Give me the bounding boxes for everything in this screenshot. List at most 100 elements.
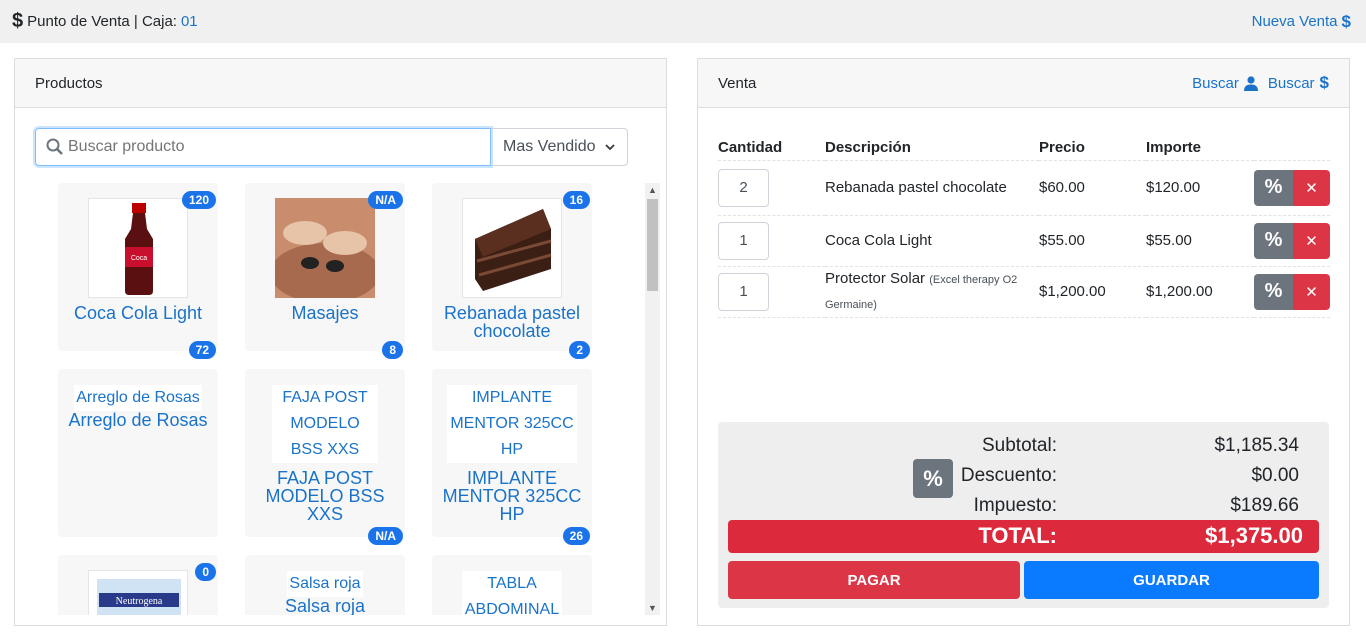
new-sale-label: Nueva Venta (1251, 13, 1338, 30)
search-sale-label: Buscar (1267, 74, 1315, 92)
col-quantity: Cantidad (718, 138, 783, 156)
new-sale-button[interactable]: Nueva Venta $ (1252, 12, 1351, 32)
item-price: $60.00 (1039, 159, 1146, 215)
stock-badge: 120 (181, 191, 216, 209)
close-icon: ✕ (1305, 232, 1318, 250)
stock-badge: 16 (562, 191, 590, 209)
quantity-input[interactable]: 2 (718, 168, 769, 207)
quantity-input[interactable]: 1 (718, 272, 769, 311)
sold-badge: 26 (562, 527, 590, 545)
item-discount-button[interactable]: % (1254, 273, 1293, 310)
subtotal-label: Subtotal: (982, 435, 1057, 456)
sale-header: Venta Buscar Buscar $ (698, 59, 1349, 108)
image-alt-text: TABLA ABDOMINAL (462, 571, 562, 615)
product-name: IMPLANTE MENTOR 325CC HP (442, 468, 582, 524)
sold-badge: 2 (569, 341, 590, 359)
dollar-icon: $ (12, 10, 24, 32)
product-image (275, 198, 375, 298)
massage-image (275, 198, 375, 298)
pay-button[interactable]: PAGAR (728, 561, 1020, 599)
image-alt-text: IMPLANTE MENTOR 325CC HP (447, 385, 577, 463)
search-sale-button[interactable]: Buscar $ (1268, 73, 1329, 93)
save-button[interactable]: GUARDAR (1024, 561, 1319, 599)
col-description: Descripción (825, 138, 911, 156)
item-price: $1,200.00 (1039, 265, 1146, 317)
close-icon: ✕ (1305, 283, 1318, 301)
title-text: Punto de Venta | Caja: (27, 13, 177, 30)
total-value: $1,375.00 (1205, 523, 1303, 548)
product-tile[interactable]: TABLA ABDOMINAL (432, 555, 592, 615)
item-amount: $55.00 (1146, 214, 1254, 266)
product-image (462, 198, 562, 298)
product-tile[interactable]: IMPLANTE MENTOR 325CC HP IMPLANTE MENTOR… (432, 369, 592, 545)
product-grid: 120 Coca Coca Cola Light 72 N/A Masajes … (58, 183, 630, 615)
sale-title: Venta (718, 74, 757, 92)
sold-badge: N/A (368, 527, 403, 545)
col-price: Precio (1039, 138, 1085, 156)
col-actions (1254, 135, 1330, 160)
product-tile[interactable]: FAJA POST MODELO BSS XXS FAJA POST MODEL… (245, 369, 405, 545)
sale-table: Cantidad Descripción Precio Importe 2 Re… (718, 135, 1330, 318)
stock-badge: 0 (195, 563, 216, 581)
product-name: Salsa roja (284, 596, 366, 615)
table-row: 1 Protector Solar (Excel therapy O2 Germ… (718, 265, 1330, 317)
sort-selected: Mas Vendido (503, 138, 596, 155)
sale-panel: Venta Buscar Buscar $ Cantidad Descripci… (697, 58, 1350, 626)
item-description: Protector Solar (825, 269, 926, 287)
app-title: $ Punto de Venta | Caja: 01 (12, 10, 198, 33)
product-tile[interactable]: 16 Rebanada pastel chocolate 2 (432, 183, 592, 359)
chevron-down-icon (605, 144, 615, 151)
user-icon (1243, 75, 1258, 91)
item-amount: $1,200.00 (1146, 265, 1254, 317)
item-remove-button[interactable]: ✕ (1293, 222, 1330, 259)
item-price: $55.00 (1039, 214, 1146, 266)
total-bar: TOTAL: $1,375.00 (728, 520, 1319, 553)
item-discount-button[interactable]: % (1254, 222, 1293, 259)
item-remove-button[interactable]: ✕ (1293, 273, 1330, 310)
stock-badge: N/A (368, 191, 403, 209)
discount-label: Descuento: (960, 465, 1057, 486)
top-bar: $ Punto de Venta | Caja: 01 Nueva Venta … (0, 0, 1366, 43)
percent-icon: % (1264, 229, 1283, 251)
search-input[interactable] (68, 138, 468, 156)
discount-value: $0.00 (1251, 465, 1299, 486)
col-amount: Importe (1146, 138, 1202, 156)
product-tile[interactable]: 120 Coca Coca Cola Light 72 (58, 183, 218, 359)
sold-badge: 8 (382, 341, 403, 359)
products-panel: Productos Mas Vendido 120 (14, 58, 667, 626)
product-name: Rebanada pastel chocolate (443, 303, 581, 341)
percent-icon: % (1264, 176, 1283, 198)
scroll-down-icon[interactable]: ▼ (648, 603, 657, 613)
product-tile[interactable]: Salsa roja Salsa roja (245, 555, 405, 615)
product-tile[interactable]: N/A Masajes 8 (245, 183, 405, 359)
product-tile[interactable]: 0 Neutrogena (58, 555, 218, 615)
image-alt-text: Arreglo de Rosas (74, 385, 202, 411)
item-discount-button[interactable]: % (1254, 169, 1293, 206)
item-description: Coca Cola Light (825, 232, 932, 249)
brand-label: Neutrogena (116, 596, 163, 607)
dollar-icon: $ (1319, 73, 1329, 92)
bottle-icon: Coca (125, 203, 153, 295)
tax-label: Impuesto: (973, 495, 1057, 516)
products-title: Productos (35, 74, 103, 92)
table-row: 1 Coca Cola Light $55.00 $55.00 % ✕ (718, 214, 1330, 266)
search-client-button[interactable]: Buscar (1192, 75, 1258, 92)
item-amount: $120.00 (1146, 159, 1254, 215)
item-remove-button[interactable]: ✕ (1293, 169, 1330, 206)
quantity-input[interactable]: 1 (718, 221, 769, 260)
sort-select[interactable]: Mas Vendido (491, 128, 628, 166)
totals-panel: Subtotal: $1,185.34 % Descuento: $0.00 I… (718, 422, 1329, 608)
product-tile[interactable]: Arreglo de Rosas Arreglo de Rosas (58, 369, 218, 537)
product-name: Coca Cola Light (73, 303, 203, 323)
global-discount-button[interactable]: % (913, 459, 953, 498)
scroll-up-icon[interactable]: ▲ (648, 185, 657, 195)
percent-icon: % (923, 465, 943, 491)
item-description: Rebanada pastel chocolate (825, 178, 1007, 196)
close-icon: ✕ (1305, 179, 1318, 197)
product-search-box[interactable] (35, 128, 491, 166)
product-search-row: Mas Vendido (35, 128, 628, 166)
product-image: Coca (88, 198, 188, 298)
scroll-thumb[interactable] (647, 199, 658, 291)
product-scrollbar[interactable]: ▲ ▼ (645, 183, 660, 615)
subtotal-value: $1,185.34 (1214, 435, 1299, 456)
